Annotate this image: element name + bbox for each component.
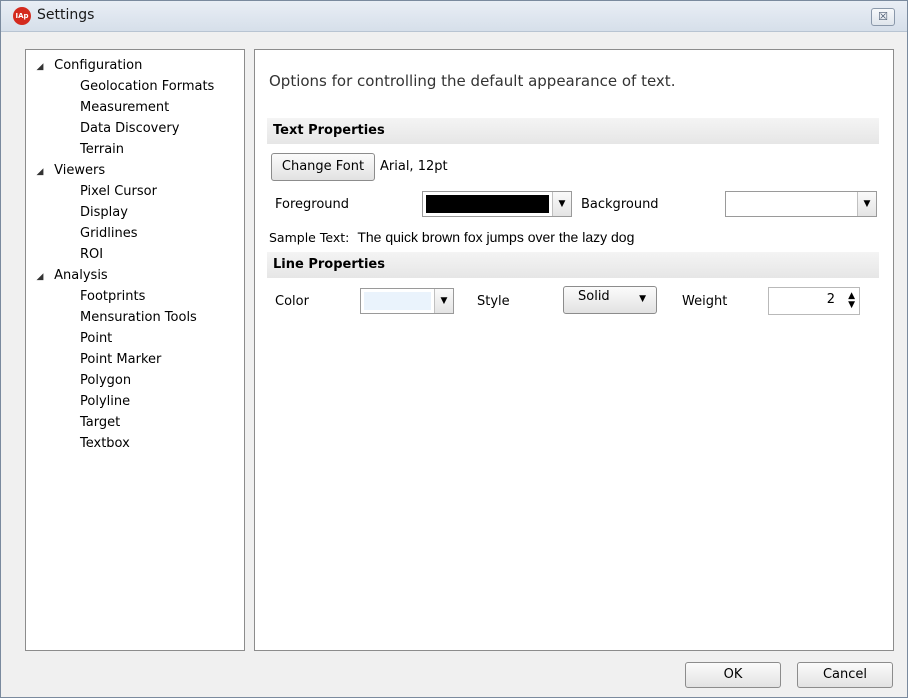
spin-down-icon[interactable]: ▼ bbox=[848, 301, 855, 310]
settings-panel: Options for controlling the default appe… bbox=[254, 49, 894, 651]
cancel-button[interactable]: Cancel bbox=[797, 662, 893, 688]
background-color-swatch bbox=[729, 195, 854, 213]
ok-button[interactable]: OK bbox=[685, 662, 781, 688]
font-value: Arial, 12pt bbox=[380, 159, 448, 174]
line-weight-label: Weight bbox=[682, 294, 728, 309]
settings-dialog: IAp Settings ☒ ◢ Configuration Geolocati… bbox=[0, 0, 908, 698]
sample-text-row: Sample Text: The quick brown fox jumps o… bbox=[269, 227, 634, 248]
chevron-down-icon[interactable]: ▼ bbox=[434, 289, 453, 313]
foreground-color-picker[interactable]: ▼ bbox=[422, 191, 572, 217]
panel-description: Options for controlling the default appe… bbox=[269, 72, 676, 90]
line-properties-header: Line Properties bbox=[267, 252, 879, 278]
window-title: Settings bbox=[37, 7, 95, 23]
tree-item-geolocation-formats[interactable]: Geolocation Formats bbox=[80, 77, 214, 97]
tree-category-label: Analysis bbox=[54, 268, 108, 283]
title-bar: IAp Settings ☒ bbox=[1, 1, 907, 32]
chevron-down-icon[interactable]: ▼ bbox=[857, 192, 876, 216]
tree-item-roi[interactable]: ROI bbox=[80, 245, 103, 265]
background-label: Background bbox=[581, 197, 659, 212]
line-color-label: Color bbox=[275, 294, 309, 309]
tree-item-point[interactable]: Point bbox=[80, 329, 112, 349]
tree-item-measurement[interactable]: Measurement bbox=[80, 98, 169, 118]
line-style-select[interactable]: Solid ▼ bbox=[563, 286, 657, 314]
tree-category-label: Viewers bbox=[54, 163, 106, 178]
collapse-triangle-icon[interactable]: ◢ bbox=[30, 267, 50, 287]
foreground-color-swatch bbox=[426, 195, 549, 213]
line-color-swatch bbox=[364, 292, 431, 310]
tree-item-polygon[interactable]: Polygon bbox=[80, 371, 131, 391]
line-style-label: Style bbox=[477, 294, 510, 309]
sample-text-label: Sample Text: bbox=[269, 230, 350, 245]
line-color-picker[interactable]: ▼ bbox=[360, 288, 454, 314]
tree-item-mensuration-tools[interactable]: Mensuration Tools bbox=[80, 308, 197, 328]
text-properties-header: Text Properties bbox=[267, 118, 879, 144]
tree-category-viewers[interactable]: ◢ Viewers bbox=[30, 161, 106, 182]
tree-item-display[interactable]: Display bbox=[80, 203, 128, 223]
collapse-triangle-icon[interactable]: ◢ bbox=[30, 57, 50, 77]
app-logo-icon: IAp bbox=[13, 7, 31, 25]
tree-item-target[interactable]: Target bbox=[80, 413, 120, 433]
line-weight-value: 2 bbox=[826, 292, 835, 307]
collapse-triangle-icon[interactable]: ◢ bbox=[30, 162, 50, 182]
background-color-picker[interactable]: ▼ bbox=[725, 191, 877, 217]
tree-item-data-discovery[interactable]: Data Discovery bbox=[80, 119, 179, 139]
tree-item-footprints[interactable]: Footprints bbox=[80, 287, 145, 307]
close-button[interactable]: ☒ bbox=[871, 8, 895, 26]
change-font-button[interactable]: Change Font bbox=[271, 153, 375, 181]
line-style-value: Solid bbox=[578, 289, 610, 304]
tree-item-pixel-cursor[interactable]: Pixel Cursor bbox=[80, 182, 157, 202]
tree-item-polyline[interactable]: Polyline bbox=[80, 392, 130, 412]
tree-item-terrain[interactable]: Terrain bbox=[80, 140, 124, 160]
tree-category-label: Configuration bbox=[54, 58, 143, 73]
tree-item-point-marker[interactable]: Point Marker bbox=[80, 350, 161, 370]
tree-item-gridlines[interactable]: Gridlines bbox=[80, 224, 138, 244]
settings-tree: ◢ Configuration Geolocation Formats Meas… bbox=[25, 49, 245, 651]
tree-category-analysis[interactable]: ◢ Analysis bbox=[30, 266, 108, 286]
chevron-down-icon[interactable]: ▼ bbox=[552, 192, 571, 216]
tree-category-configuration[interactable]: ◢ Configuration bbox=[30, 56, 143, 77]
line-weight-spinner[interactable]: 2 ▲ ▼ bbox=[768, 287, 860, 315]
tree-item-textbox-selected[interactable]: Textbox bbox=[80, 434, 130, 454]
sample-text-preview: The quick brown fox jumps over the lazy … bbox=[357, 229, 635, 245]
foreground-label: Foreground bbox=[275, 197, 350, 212]
chevron-down-icon: ▼ bbox=[639, 294, 646, 304]
